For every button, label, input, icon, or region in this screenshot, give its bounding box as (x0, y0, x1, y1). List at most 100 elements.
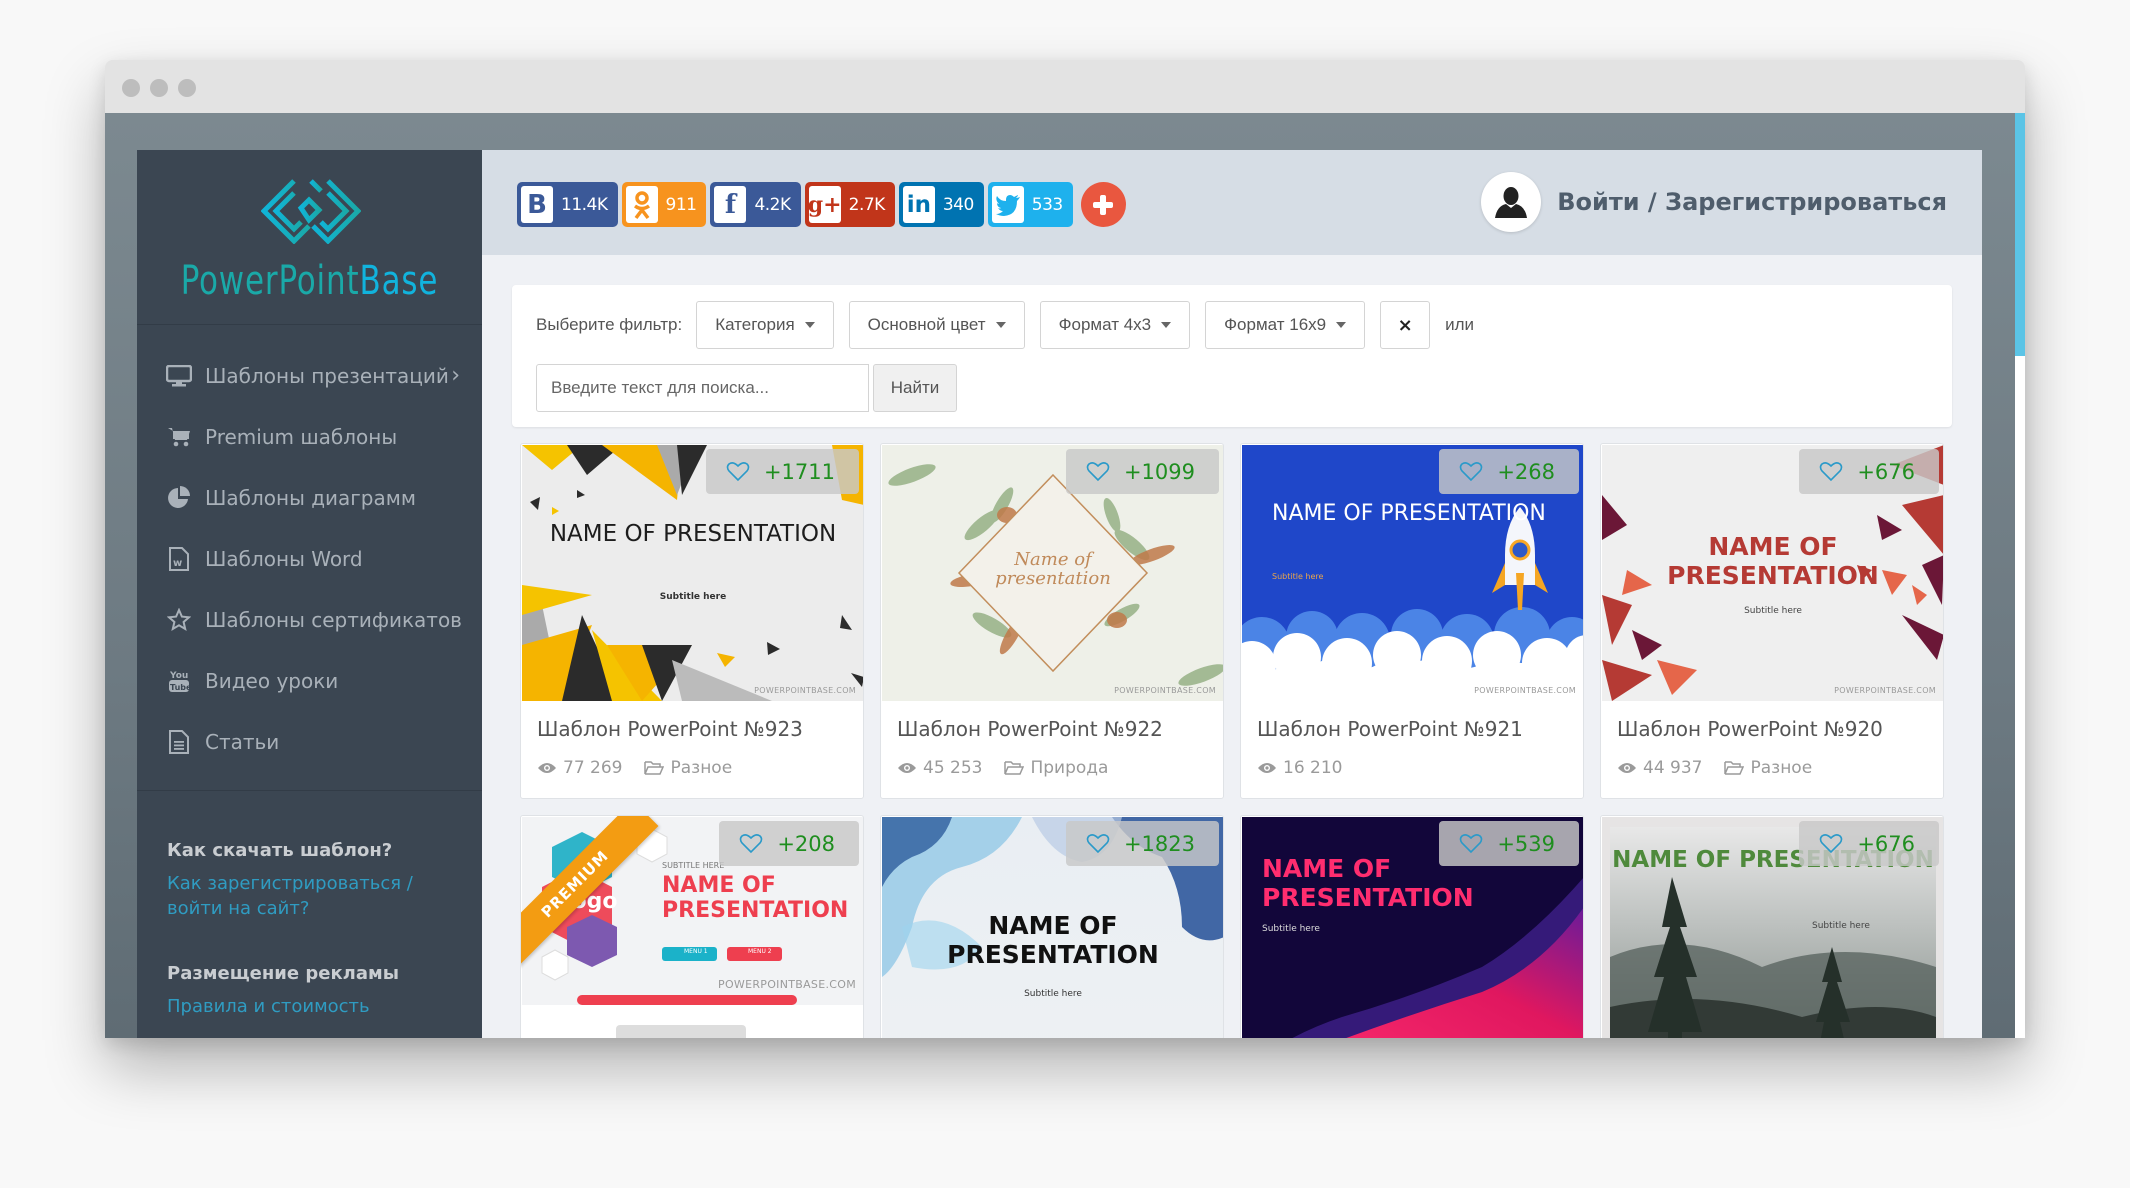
template-card[interactable]: NAME OF PRESENTATION Subtitle here +539 (1240, 815, 1584, 1038)
like-button[interactable]: +1099 (1065, 449, 1219, 494)
scrollbar-thumb[interactable] (2015, 113, 2025, 356)
sidebar: PowerPointBase Шаблоны презентаций › Pre… (137, 150, 482, 1038)
template-card[interactable]: Name of presentation POWERPOINTBASE.COM … (880, 443, 1224, 799)
category-link[interactable]: Природа (1030, 758, 1108, 778)
share-linkedin-button[interactable]: in 340 (898, 182, 984, 227)
template-card[interactable]: NAME OF PRESENTATION Subtitle here POWER… (1240, 443, 1584, 799)
screenshot-stage: PowerPointBase Шаблоны презентаций › Pre… (0, 0, 2130, 1188)
template-card[interactable]: logo SUBTITLE HERE NAME OF PRESENTATION … (520, 815, 864, 1038)
heart-icon (1820, 834, 1843, 854)
share-twitter-button[interactable]: 533 (987, 182, 1073, 227)
folder-open-icon (1724, 761, 1745, 775)
avatar (1481, 172, 1542, 232)
heart-icon (1460, 462, 1483, 482)
word-file-icon: w (165, 546, 193, 571)
window-dot-maximize[interactable] (178, 79, 196, 97)
view-count: 16 210 (1283, 758, 1343, 778)
svg-text:w: w (173, 558, 182, 569)
sidebar-item-chart-templates[interactable]: Шаблоны диаграмм (137, 467, 482, 528)
sidebar-item-premium-templates[interactable]: Premium шаблоны (137, 406, 482, 467)
window-dot-close[interactable] (122, 79, 140, 97)
like-count: +1711 (763, 459, 835, 484)
share-count: 2.7K (848, 194, 886, 215)
like-count: +208 (777, 831, 835, 856)
card-title[interactable]: Шаблон PowerPoint №922 (897, 717, 1163, 741)
category-dropdown[interactable]: Категория (696, 301, 834, 349)
category-link[interactable]: Разное (670, 758, 732, 778)
sidebar-item-label: Шаблоны сертификатов (205, 607, 462, 632)
youtube-icon: You Tube (165, 669, 193, 693)
filter-label: Выберите фильтр: (536, 315, 683, 334)
like-count: +676 (1857, 831, 1915, 856)
like-button[interactable]: +676 (1799, 821, 1939, 866)
sidebar-item-word-templates[interactable]: w Шаблоны Word (137, 528, 482, 589)
slide-menu-1: MENU 1 (684, 948, 708, 955)
pie-chart-icon (165, 485, 193, 510)
like-count: +676 (1857, 459, 1915, 484)
sidebar-item-articles[interactable]: Статьи (137, 711, 482, 772)
main-color-dropdown[interactable]: Основной цвет (848, 301, 1025, 349)
card-title[interactable]: Шаблон PowerPoint №923 (537, 717, 803, 741)
slide-title: NAME OF PRESENTATION (1667, 532, 1879, 590)
like-button[interactable]: +676 (1799, 449, 1939, 494)
watermark: POWERPOINTBASE.COM (754, 686, 856, 695)
caret-down-icon (995, 322, 1006, 328)
like-button[interactable]: +1711 (705, 449, 859, 494)
page-viewport: PowerPointBase Шаблоны презентаций › Pre… (105, 113, 2015, 1038)
card-meta: 44 937 Разное (1617, 758, 1834, 778)
advertising-heading: Размещение рекламы (167, 963, 399, 984)
page-scrollbar[interactable] (2015, 113, 2025, 1038)
card-title[interactable]: Шаблон PowerPoint №921 (1257, 717, 1523, 741)
slide-subtitle: SUBTITLE HERE (662, 861, 725, 870)
watermark: POWERPOINTBASE.COM (1114, 686, 1216, 695)
like-button[interactable]: +268 (1439, 449, 1579, 494)
clear-filters-button[interactable]: × (1380, 301, 1431, 349)
window-dot-minimize[interactable] (150, 79, 168, 97)
like-button[interactable]: +1823 (1065, 821, 1219, 866)
sidebar-item-label: Premium шаблоны (205, 424, 398, 449)
heart-icon (726, 462, 750, 482)
how-to-register-link[interactable]: Как зарегистрироваться / войти на сайт? (167, 871, 467, 921)
heart-icon (1086, 462, 1110, 482)
login-label: Войти / Зарегистрироваться (1557, 188, 1947, 216)
category-link[interactable]: Разное (1750, 758, 1812, 778)
search-input[interactable] (536, 364, 869, 412)
sidebar-item-video-lessons[interactable]: You Tube Видео уроки (137, 650, 482, 711)
login-register-link[interactable]: Войти / Зарегистрироваться (1481, 172, 1947, 232)
like-count: +268 (1497, 459, 1555, 484)
sidebar-item-presentation-templates[interactable]: Шаблоны презентаций › (137, 345, 482, 406)
share-vk-button[interactable]: B 11.4K (517, 182, 618, 227)
card-meta: 77 269 Разное (537, 758, 754, 778)
slide-title: NAME OF PRESENTATION (1272, 501, 1546, 526)
share-odnoklassniki-button[interactable]: 911 (621, 182, 707, 227)
format-16x9-dropdown[interactable]: Формат 16x9 (1205, 301, 1366, 349)
caret-down-icon (1161, 322, 1172, 328)
logo-text-part2: Base (359, 258, 439, 304)
template-card[interactable]: NAME OF PRESENTATION Subtitle here +1823 (880, 815, 1224, 1038)
template-card[interactable]: NAME OF PRESENTATION Subtitle here +676 (1600, 815, 1944, 1038)
advertising-rules-link[interactable]: Правила и стоимость (167, 994, 467, 1019)
monitor-icon (165, 364, 193, 388)
view-count: 44 937 (1643, 758, 1703, 778)
card-meta: 45 253 Природа (897, 758, 1130, 778)
format-4x3-dropdown[interactable]: Формат 4x3 (1039, 301, 1191, 349)
like-count: +1099 (1123, 459, 1195, 484)
like-button[interactable]: +539 (1439, 821, 1579, 866)
like-button[interactable]: +208 (719, 821, 859, 866)
share-facebook-button[interactable]: f 4.2K (710, 182, 801, 227)
slide-title: NAME OF PRESENTATION (662, 873, 849, 924)
heart-icon (1086, 834, 1110, 854)
share-more-button[interactable] (1080, 182, 1126, 227)
template-card[interactable]: NAME OF PRESENTATION Subtitle here POWER… (520, 443, 864, 799)
site-logo[interactable]: PowerPointBase (137, 150, 482, 325)
template-card[interactable]: NAME OF PRESENTATION Subtitle here POWER… (1600, 443, 1944, 799)
card-title[interactable]: Шаблон PowerPoint №920 (1617, 717, 1883, 741)
filter-panel: Выберите фильтр: Категория Основной цвет… (512, 285, 1952, 427)
eye-icon (1258, 763, 1276, 773)
sidebar-item-label: Шаблоны диаграмм (205, 485, 416, 510)
sidebar-item-certificate-templates[interactable]: Шаблоны сертификатов (137, 589, 482, 650)
search-button[interactable]: Найти (873, 364, 957, 412)
share-google-plus-button[interactable]: g+ 2.7K (804, 182, 895, 227)
slide-title: Name of presentation (995, 549, 1111, 589)
card-action-button[interactable] (616, 1025, 746, 1038)
